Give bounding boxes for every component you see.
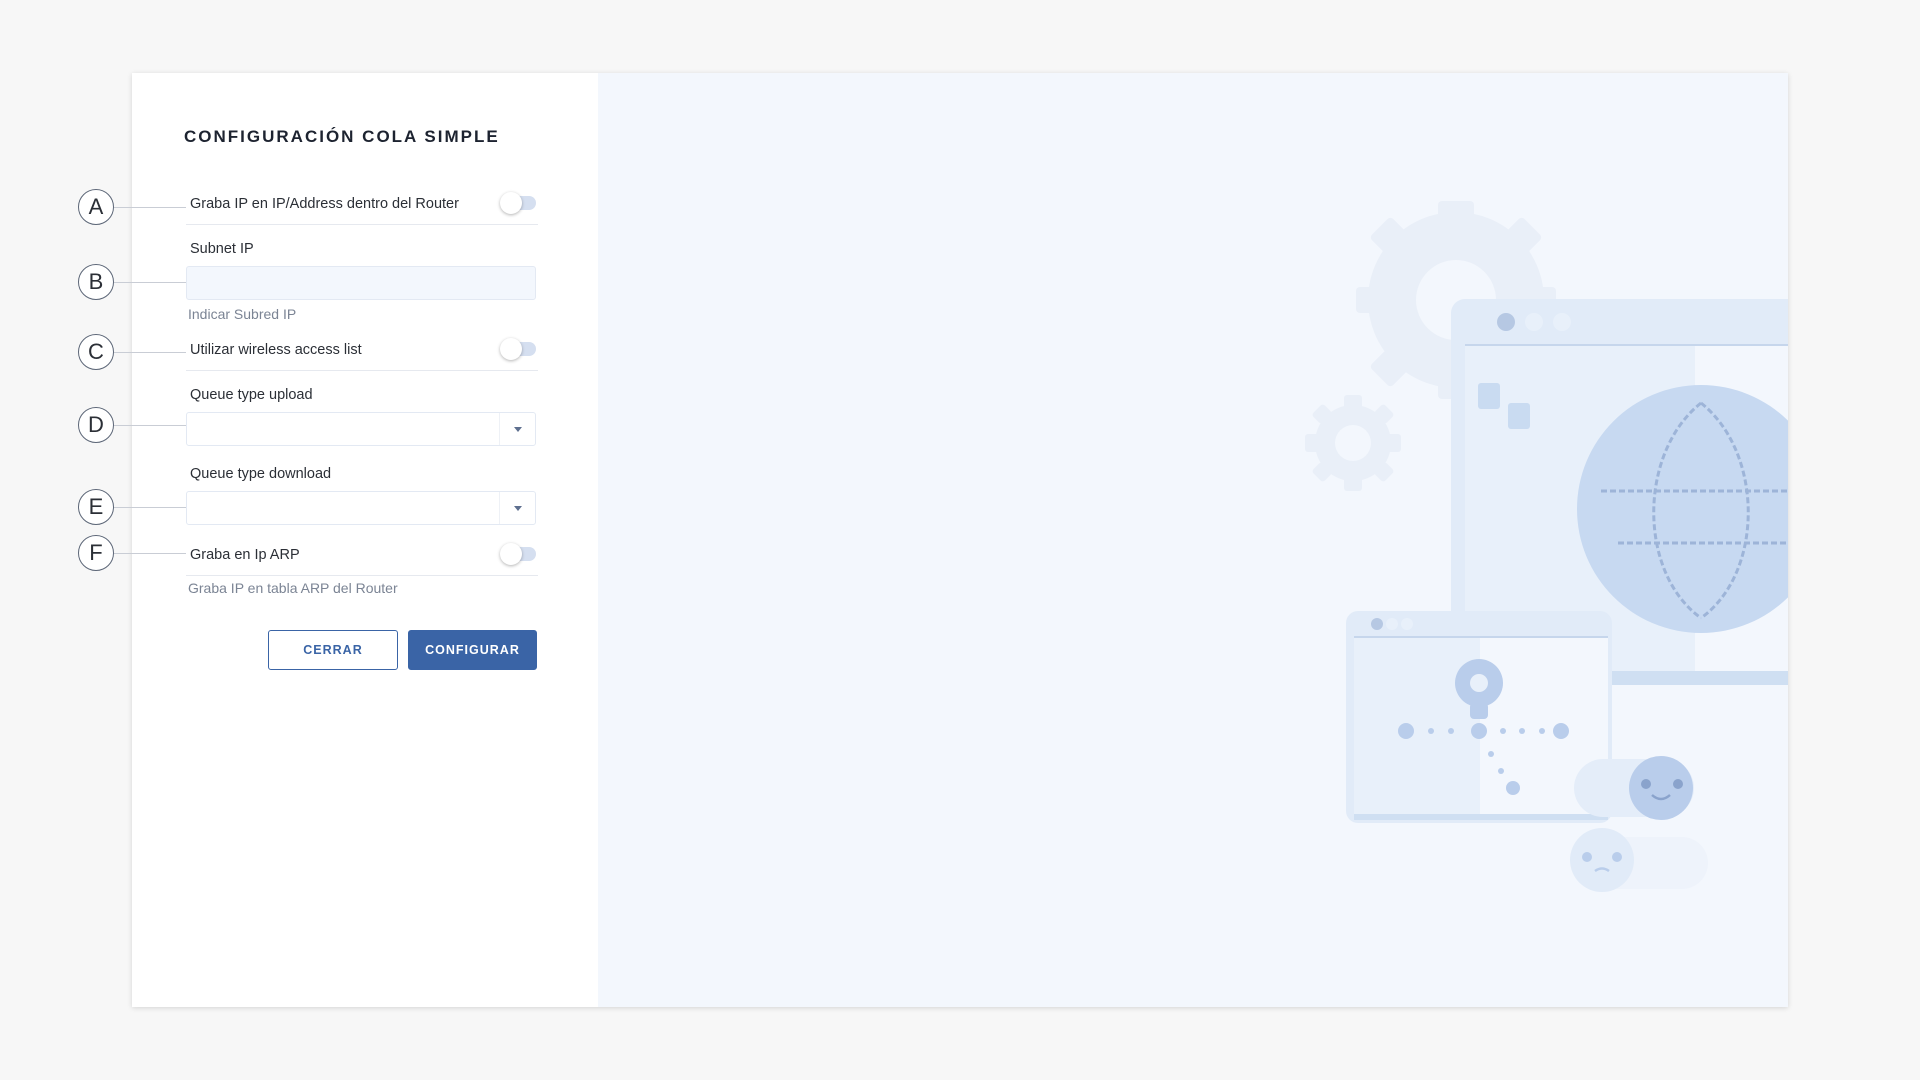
- smiley-icon: [1574, 756, 1694, 820]
- arp-hint: Graba IP en tabla ARP del Router: [188, 580, 398, 596]
- subnet-ip-hint: Indicar Subred IP: [188, 306, 297, 322]
- sad-face-icon: [1570, 828, 1708, 892]
- form-content: CONFIGURACIÓN COLA SIMPLE Graba IP en IP…: [132, 73, 598, 1007]
- switch-knob: [500, 543, 522, 565]
- ip-address-switch[interactable]: [500, 192, 536, 214]
- row-wireless: Utilizar wireless access list: [186, 335, 538, 371]
- row-ip-address: Graba IP en IP/Address dentro del Router: [186, 189, 538, 225]
- wireless-switch[interactable]: [500, 338, 536, 360]
- callout-line-e: [114, 507, 186, 508]
- callout-a: A: [78, 189, 114, 225]
- illustration: [1305, 201, 1788, 892]
- row-arp: Graba en Ip ARP: [186, 540, 538, 576]
- chevron-down-icon[interactable]: [499, 413, 535, 445]
- arp-switch[interactable]: [500, 543, 536, 565]
- gear-icon: [1305, 395, 1401, 491]
- callout-line-f: [114, 553, 186, 554]
- queue-download-label: Queue type download: [190, 466, 332, 482]
- chevron-down-icon[interactable]: [499, 492, 535, 524]
- queue-download-select[interactable]: [186, 491, 536, 525]
- queue-upload-select[interactable]: [186, 412, 536, 446]
- configure-button[interactable]: CONFIGURAR: [408, 630, 537, 670]
- arp-label: Graba en Ip ARP: [190, 547, 300, 563]
- callout-line-d: [114, 425, 186, 426]
- callout-e: E: [78, 489, 114, 525]
- close-button[interactable]: CERRAR: [268, 630, 398, 670]
- switch-knob: [500, 338, 522, 360]
- wireless-label: Utilizar wireless access list: [190, 342, 362, 358]
- form-title: CONFIGURACIÓN COLA SIMPLE: [184, 127, 500, 146]
- callout-line-a: [114, 207, 186, 208]
- queue-upload-label: Queue type upload: [190, 387, 313, 403]
- subnet-ip-label: Subnet IP: [190, 241, 254, 257]
- callout-line-b: [114, 282, 186, 283]
- callout-line-c: [114, 352, 186, 353]
- callout-f: F: [78, 535, 114, 571]
- switch-knob: [500, 192, 522, 214]
- callout-c: C: [78, 334, 114, 370]
- callout-b: B: [78, 264, 114, 300]
- small-monitor-illustration: [1346, 611, 1612, 823]
- ip-address-label: Graba IP en IP/Address dentro del Router: [190, 196, 459, 212]
- callout-d: D: [78, 407, 114, 443]
- subnet-ip-input[interactable]: [186, 266, 536, 300]
